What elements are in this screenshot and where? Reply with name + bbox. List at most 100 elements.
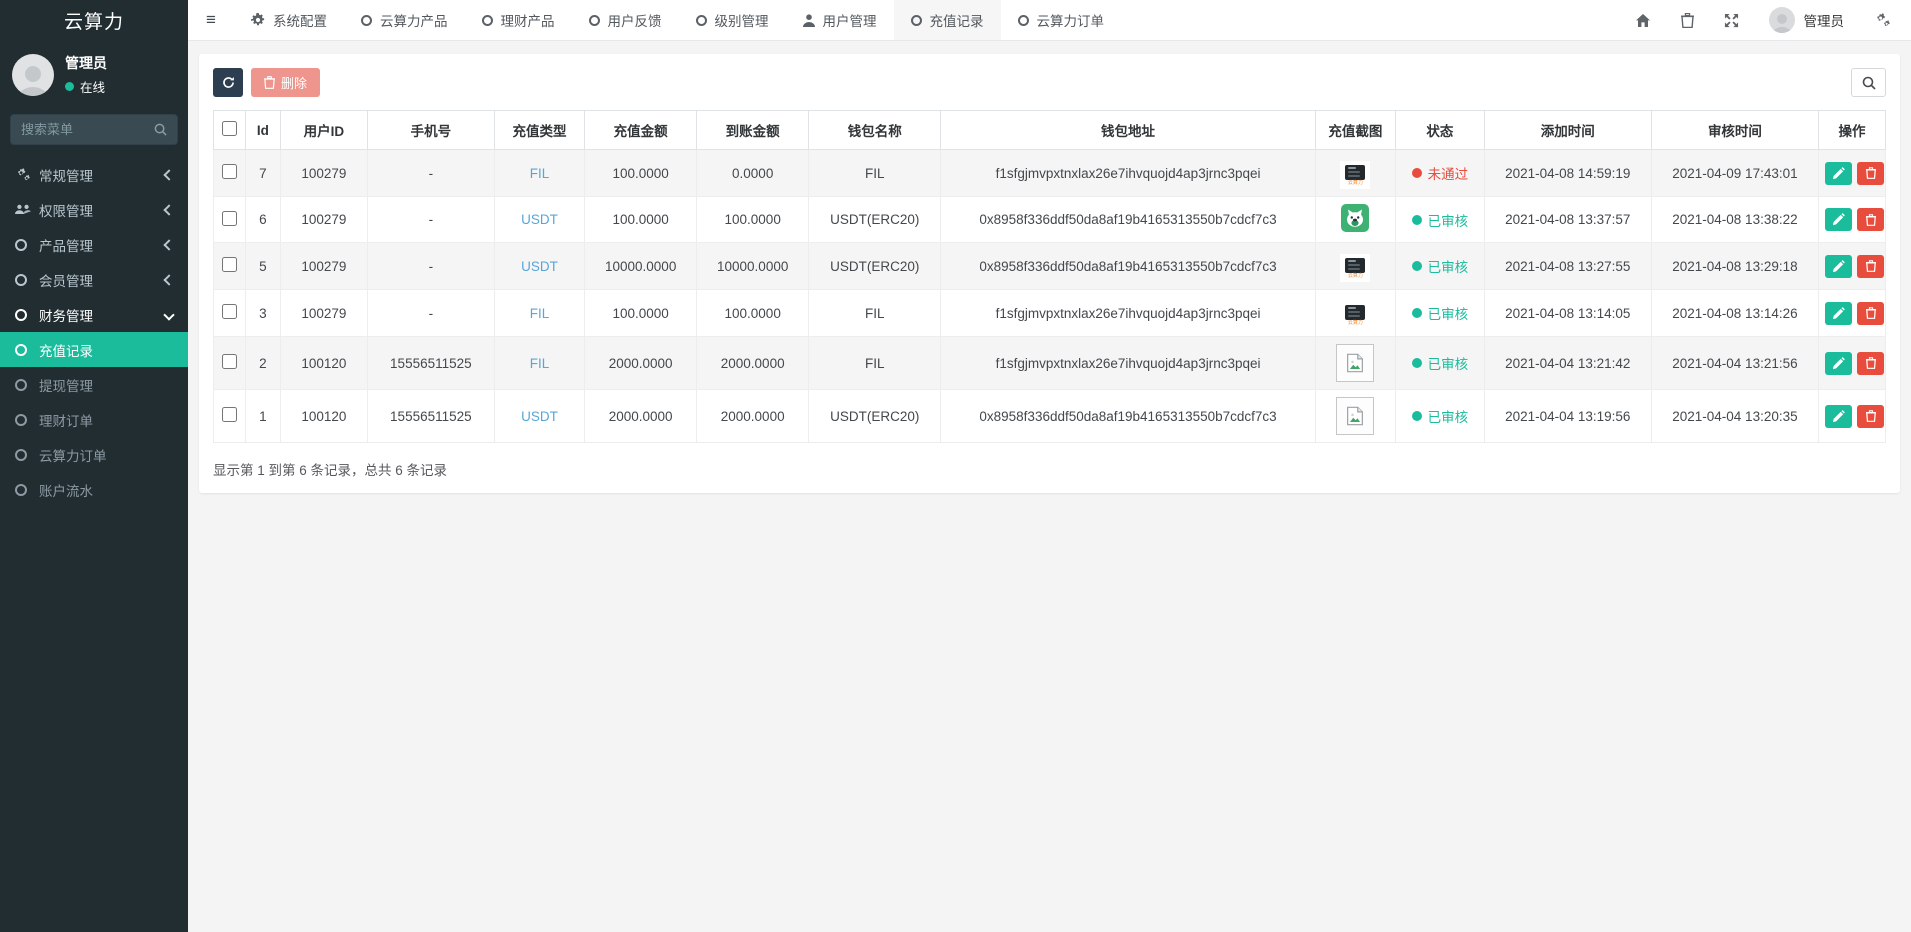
- edit-button[interactable]: [1825, 352, 1852, 375]
- user-name: 管理员: [65, 53, 107, 73]
- table-search-button[interactable]: [1851, 68, 1886, 97]
- delete-button[interactable]: [1857, 405, 1884, 428]
- cell-received-amount: 2000.0000: [697, 390, 809, 443]
- sidebar-item-hashrate-orders[interactable]: 云算力订单: [0, 437, 188, 472]
- recharge-screenshot-thumbnail[interactable]: 云算力: [1340, 301, 1370, 329]
- broken-image-icon[interactable]: [1336, 397, 1374, 435]
- edit-button[interactable]: [1825, 302, 1852, 325]
- select-all-checkbox[interactable]: [222, 121, 237, 136]
- row-checkbox[interactable]: [222, 211, 237, 226]
- edit-button[interactable]: [1825, 208, 1852, 231]
- cell-recharge-type[interactable]: USDT: [494, 197, 584, 243]
- cell-recharge-type[interactable]: FIL: [494, 150, 584, 197]
- cell-recharge-type[interactable]: USDT: [494, 390, 584, 443]
- tab-hashrate-products[interactable]: 云算力产品: [344, 0, 465, 40]
- delete-button[interactable]: [1857, 352, 1884, 375]
- tab-user-feedback[interactable]: 用户反馈: [572, 0, 679, 40]
- cell-received-amount: 10000.0000: [697, 243, 809, 290]
- cell-wallet-address: 0x8958f336ddf50da8af19b4165313550b7cdcf7…: [941, 243, 1316, 290]
- cell-review-time: 2021-04-09 17:43:01: [1651, 150, 1818, 197]
- sidebar-item-label: 账户流水: [39, 480, 173, 500]
- person-icon: [12, 58, 54, 96]
- users-icon: [15, 203, 39, 216]
- sidebar-item-account-flow[interactable]: 账户流水: [0, 472, 188, 507]
- circle-icon: [15, 414, 39, 426]
- recharge-screenshot-thumbnail[interactable]: 云算力: [1340, 161, 1370, 189]
- status-badge: 已审核: [1412, 256, 1469, 276]
- row-checkbox[interactable]: [222, 407, 237, 422]
- status-badge: 已审核: [1412, 406, 1469, 426]
- edit-button[interactable]: [1825, 255, 1852, 278]
- column-header: 添加时间: [1484, 111, 1651, 150]
- sidebar-item-general-management[interactable]: 常规管理: [0, 157, 188, 192]
- circle-icon: [482, 15, 493, 26]
- cell-recharge-type[interactable]: FIL: [494, 290, 584, 337]
- records-summary: 显示第 1 到第 6 条记录，总共 6 条记录: [213, 459, 1886, 479]
- refresh-icon: [222, 76, 235, 89]
- recharge-screenshot-thumbnail[interactable]: 云算力: [1340, 254, 1370, 282]
- circle-icon: [361, 15, 372, 26]
- person-icon: [1769, 9, 1795, 33]
- column-header: 用户ID: [280, 111, 367, 150]
- tab-level-management[interactable]: 级别管理: [679, 0, 786, 40]
- row-checkbox[interactable]: [222, 354, 237, 369]
- delete-selected-button[interactable]: 删除: [251, 68, 320, 97]
- circle-icon: [1018, 15, 1029, 26]
- top-navbar: ≡ 系统配置 云算力产品理财产品用户反馈级别管理 用户管理充值记录云算力订单 管理员: [188, 0, 1911, 41]
- trash-icon[interactable]: [1681, 13, 1694, 28]
- chevron-left-icon: [163, 274, 174, 285]
- sidebar-search-input[interactable]: [21, 122, 154, 137]
- delete-button[interactable]: [1857, 302, 1884, 325]
- row-select: [214, 390, 246, 443]
- tab-finance-products[interactable]: 理财产品: [465, 0, 572, 40]
- sidebar-item-recharge-records[interactable]: 充值记录: [0, 332, 188, 367]
- tab-recharge-records[interactable]: 充值记录: [894, 0, 1001, 40]
- broken-image-icon[interactable]: [1336, 344, 1374, 382]
- refresh-button[interactable]: [213, 68, 243, 97]
- tab-system-config[interactable]: 系统配置: [234, 0, 344, 40]
- cell-screenshot: 云算力: [1315, 243, 1395, 290]
- row-checkbox[interactable]: [222, 257, 237, 272]
- fullscreen-icon[interactable]: [1724, 13, 1739, 28]
- row-checkbox[interactable]: [222, 304, 237, 319]
- cell-wallet-name: USDT(ERC20): [809, 243, 941, 290]
- cell-actions: [1819, 243, 1886, 290]
- cell-amount: 2000.0000: [585, 390, 697, 443]
- hamburger-icon[interactable]: ≡: [188, 0, 234, 40]
- sidebar-item-product-management[interactable]: 产品管理: [0, 227, 188, 262]
- cell-added-time: 2021-04-08 13:14:05: [1484, 290, 1651, 337]
- cell-user-id: 100120: [280, 390, 367, 443]
- cell-recharge-type[interactable]: USDT: [494, 243, 584, 290]
- delete-button[interactable]: [1857, 255, 1884, 278]
- search-icon[interactable]: [154, 123, 167, 136]
- home-icon[interactable]: [1635, 13, 1651, 28]
- settings-cogs-icon[interactable]: [1874, 13, 1891, 28]
- sidebar-item-finance-orders[interactable]: 理财订单: [0, 402, 188, 437]
- sidebar-item-finance-management[interactable]: 财务管理: [0, 297, 188, 332]
- cell-screenshot: [1315, 337, 1395, 390]
- tab-hashrate-orders[interactable]: 云算力订单: [1001, 0, 1122, 40]
- navbar-user-menu[interactable]: 管理员: [1769, 7, 1845, 33]
- cell-received-amount: 2000.0000: [697, 337, 809, 390]
- delete-button[interactable]: [1857, 162, 1884, 185]
- row-checkbox[interactable]: [222, 164, 237, 179]
- column-header: 手机号: [367, 111, 494, 150]
- status-dot-icon: [1412, 215, 1422, 225]
- tab-label: 用户管理: [823, 10, 877, 30]
- tab-user-management[interactable]: 用户管理: [786, 0, 894, 40]
- recharge-screenshot-thumbnail[interactable]: [1341, 204, 1369, 232]
- sidebar-item-label: 提现管理: [39, 375, 173, 395]
- cell-recharge-type[interactable]: FIL: [494, 337, 584, 390]
- edit-button[interactable]: [1825, 162, 1852, 185]
- circle-icon: [696, 15, 707, 26]
- tab-label: 云算力产品: [380, 10, 448, 30]
- chevron-left-icon: [163, 239, 174, 250]
- cell-review-time: 2021-04-08 13:29:18: [1651, 243, 1818, 290]
- sidebar-item-label: 财务管理: [39, 305, 165, 325]
- sidebar-item-permission-management[interactable]: 权限管理: [0, 192, 188, 227]
- sidebar-item-member-management[interactable]: 会员管理: [0, 262, 188, 297]
- cell-user-id: 100279: [280, 290, 367, 337]
- sidebar-item-withdraw-management[interactable]: 提现管理: [0, 367, 188, 402]
- edit-button[interactable]: [1825, 405, 1852, 428]
- delete-button[interactable]: [1857, 208, 1884, 231]
